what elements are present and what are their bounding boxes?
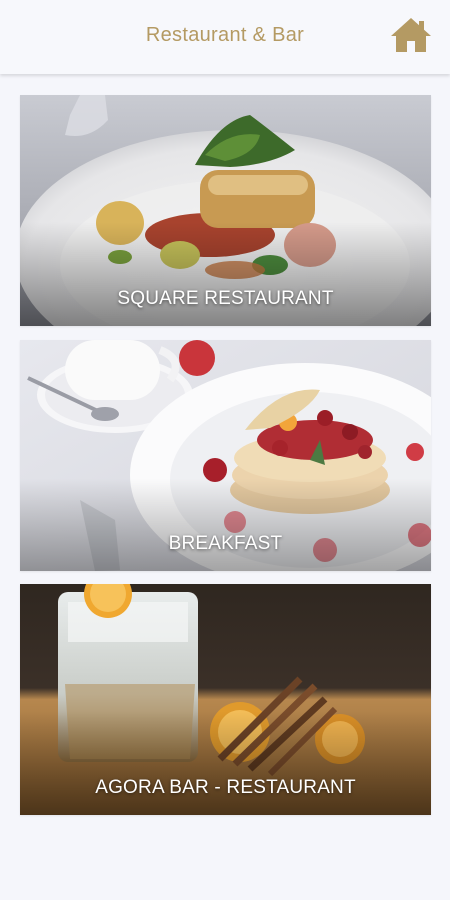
home-button[interactable] [390, 16, 432, 54]
card-breakfast[interactable]: BREAKFAST [20, 340, 431, 571]
page-title: Restaurant & Bar [145, 24, 305, 46]
app-header: Restaurant & Bar [0, 0, 450, 74]
card-label-breakfast: BREAKFAST [168, 533, 283, 554]
home-icon [391, 18, 431, 52]
card-label-agora-bar-restaurant: AGORA BAR - RESTAURANT [95, 777, 356, 798]
card-label-square-restaurant: SQUARE RESTAURANT [117, 288, 334, 309]
card-agora-bar-restaurant[interactable]: AGORA BAR - RESTAURANT [20, 584, 431, 815]
card-square-restaurant[interactable]: SQUARE RESTAURANT [20, 95, 431, 326]
